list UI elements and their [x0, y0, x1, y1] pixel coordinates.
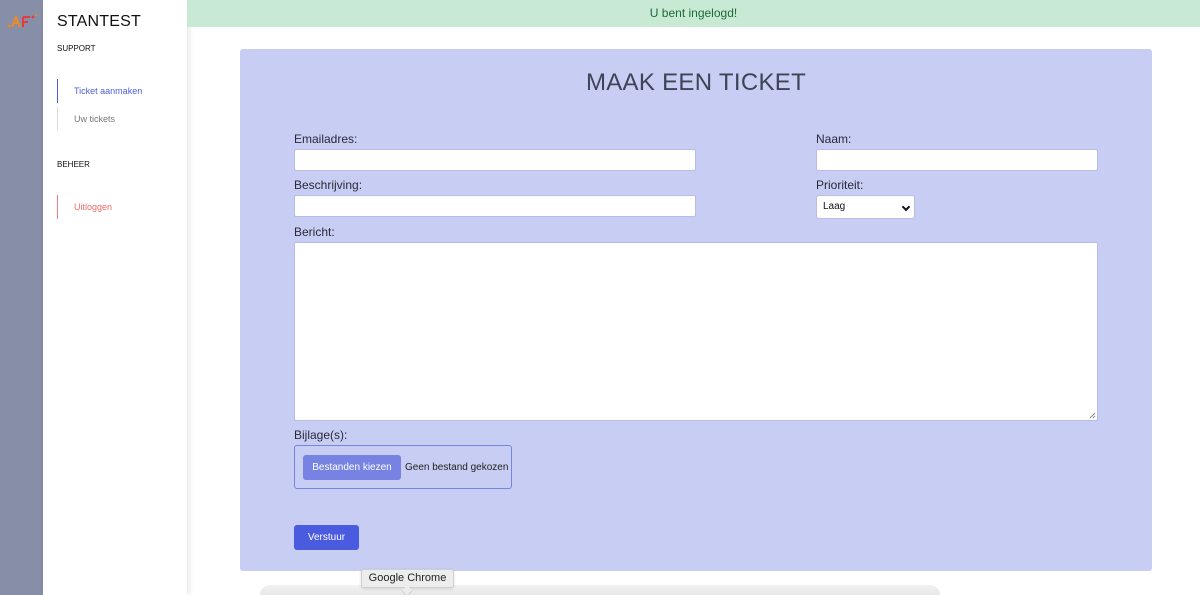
file-status: Geen bestand gekozen	[405, 462, 509, 473]
section-beheer: BEHEER	[57, 160, 90, 169]
attachment-label: Bijlage(s):	[294, 428, 348, 442]
sidebar-item-uw-tickets[interactable]: Uw tickets	[57, 107, 115, 131]
email-label: Emailadres:	[294, 132, 358, 146]
chevron-down-icon	[901, 202, 911, 212]
sidebar-item-ticket-aanmaken[interactable]: Ticket aanmaken	[57, 79, 142, 103]
ticket-form-card: MAAK EEN TICKET Emailadres: Naam: Beschr…	[240, 49, 1152, 571]
choose-files-button[interactable]: Bestanden kiezen	[303, 455, 401, 480]
message-label: Bericht:	[294, 225, 335, 239]
name-field[interactable]	[816, 149, 1098, 171]
login-flash-message: U bent ingelogd!	[187, 0, 1200, 27]
file-upload[interactable]: Bestanden kiezen Geen bestand gekozen	[294, 445, 512, 489]
section-support: SUPPORT	[57, 44, 96, 53]
priority-select[interactable]: Laag	[816, 195, 915, 219]
page-title: MAAK EEN TICKET	[585, 69, 807, 96]
sidebar: STANTEST SUPPORT Ticket aanmaken Uw tick…	[43, 0, 187, 595]
priority-label: Prioriteit:	[816, 178, 864, 192]
brand-title: STANTEST	[57, 13, 141, 30]
description-field[interactable]	[294, 195, 696, 217]
af-logo-icon	[7, 14, 37, 28]
description-label: Beschrijving:	[294, 178, 363, 192]
app-rail	[0, 0, 43, 595]
priority-value: Laag	[823, 201, 846, 212]
submit-button[interactable]: Verstuur	[294, 525, 359, 550]
sidebar-item-uitloggen[interactable]: Uitloggen	[57, 195, 112, 219]
name-label: Naam:	[816, 132, 852, 146]
email-field[interactable]	[294, 149, 696, 171]
message-textarea[interactable]	[294, 242, 1098, 421]
resize-handle-icon[interactable]	[1089, 412, 1096, 419]
